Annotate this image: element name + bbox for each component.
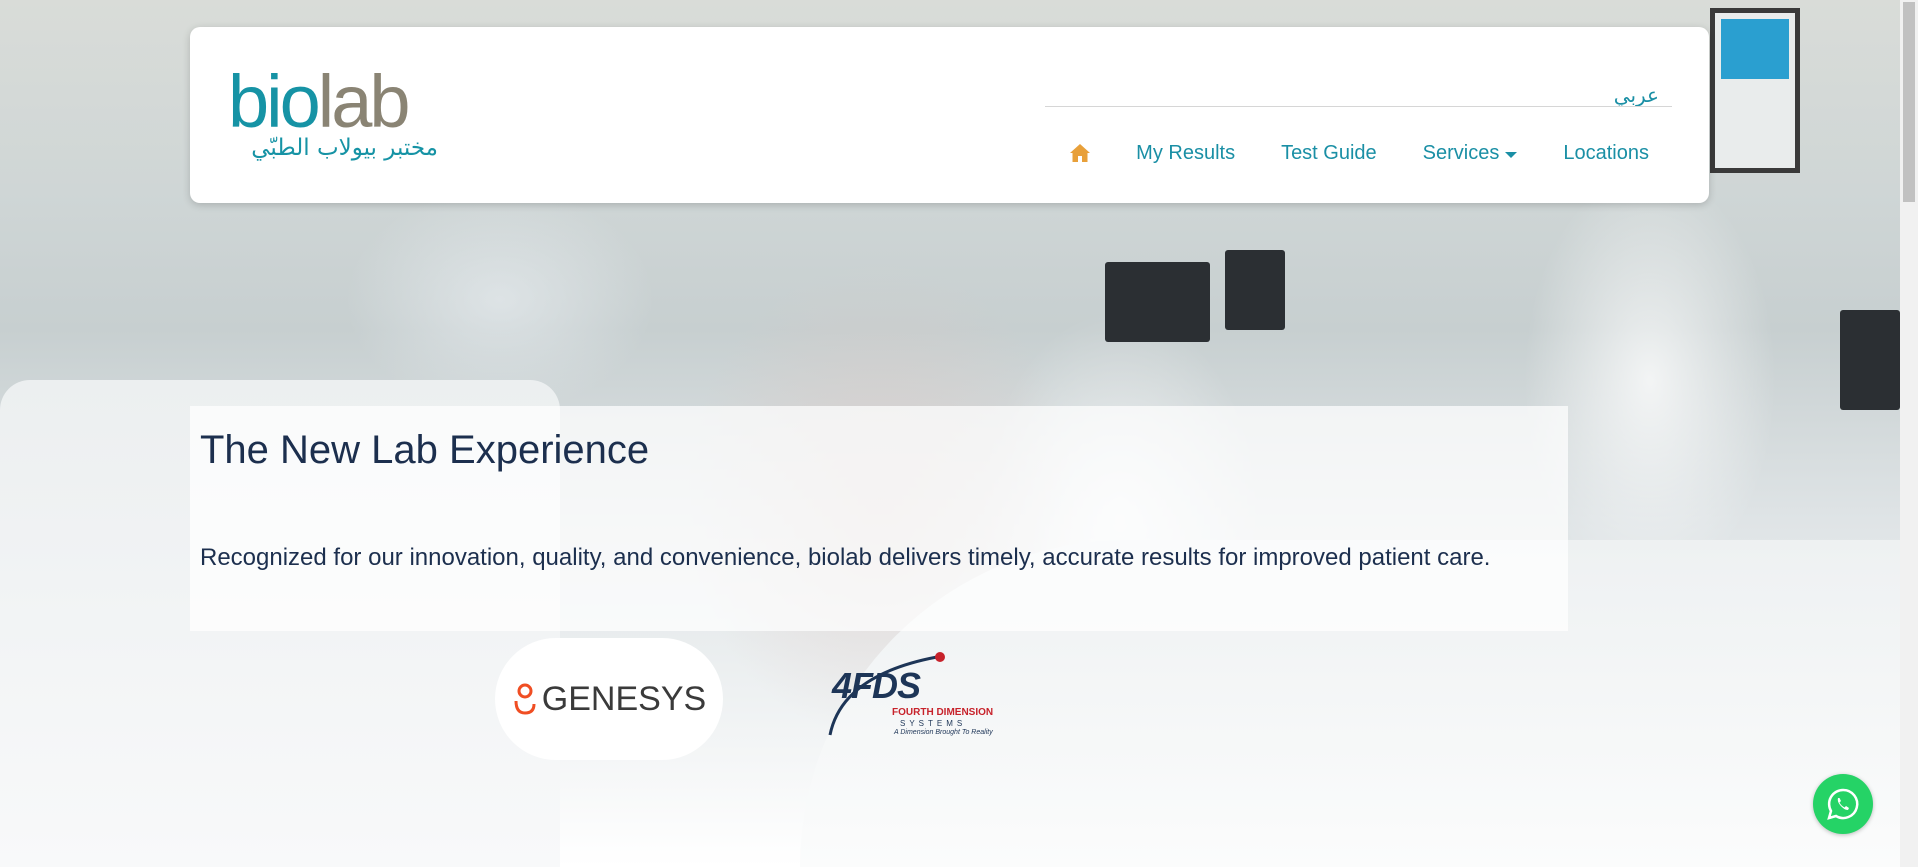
page-scrollbar[interactable] bbox=[1900, 0, 1918, 867]
logo-wordmark: biolab bbox=[228, 60, 411, 143]
nav-divider bbox=[1045, 106, 1672, 107]
fds-name-line1: FOURTH DIMENSION bbox=[892, 707, 994, 718]
logo-arabic-wordmark: مختبر بيولاب الطبّي bbox=[251, 135, 438, 161]
whatsapp-button[interactable] bbox=[1813, 774, 1873, 834]
monitor-image bbox=[1105, 262, 1210, 342]
nav-home-link[interactable] bbox=[1046, 143, 1113, 163]
biolab-logo[interactable]: biolab مختبر بيولاب الطبّي bbox=[228, 65, 438, 165]
hero-caption: The New Lab Experience Recognized for ou… bbox=[190, 406, 1568, 631]
hero-title: The New Lab Experience bbox=[200, 428, 650, 472]
whatsapp-icon bbox=[1827, 788, 1859, 820]
nav-my-results[interactable]: My Results bbox=[1113, 142, 1258, 165]
nav-services-dropdown[interactable]: Services bbox=[1400, 142, 1541, 165]
main-nav: My Results Test Guide Services Locations bbox=[1045, 133, 1672, 173]
fds-tagline: A Dimension Brought To Reality bbox=[894, 729, 993, 736]
fds-wordmark: 4FDS bbox=[832, 665, 921, 706]
hero-description: Recognized for our innovation, quality, … bbox=[200, 544, 1491, 571]
scrollbar-thumb[interactable] bbox=[1903, 2, 1915, 202]
partner-logo-fds[interactable]: 4FDS FOURTH DIMENSION SYSTEMS A Dimensio… bbox=[822, 645, 1002, 740]
nav-locations[interactable]: Locations bbox=[1540, 142, 1672, 165]
nav-services-label: Services bbox=[1422, 141, 1500, 164]
nav-test-guide[interactable]: Test Guide bbox=[1258, 142, 1400, 165]
site-header: biolab مختبر بيولاب الطبّي عربي My Resul… bbox=[190, 27, 1709, 203]
caret-down-icon bbox=[1505, 151, 1518, 158]
fds-name-line2: SYSTEMS bbox=[900, 719, 967, 728]
wall-certificate-image bbox=[1710, 8, 1800, 173]
genesys-wordmark: GENESYS bbox=[541, 679, 707, 718]
language-switch-link[interactable]: عربي bbox=[1614, 83, 1659, 107]
home-icon bbox=[1070, 144, 1091, 162]
genesys-logo-icon bbox=[514, 683, 536, 715]
monitor-image bbox=[1840, 310, 1900, 410]
partner-logo-genesys[interactable]: GENESYS bbox=[495, 638, 723, 760]
monitor-image bbox=[1225, 250, 1285, 330]
